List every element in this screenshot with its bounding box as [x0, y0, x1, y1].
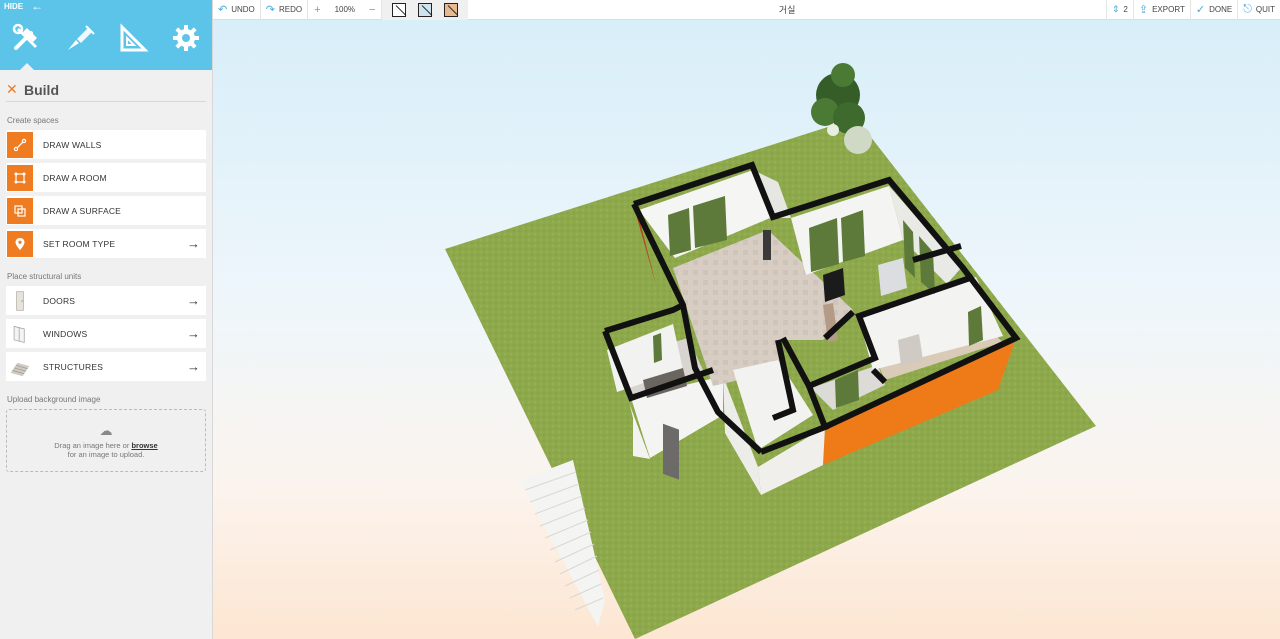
upload-label: Upload background image [7, 395, 101, 404]
redo-label: REDO [279, 5, 303, 14]
zoom-out-icon[interactable]: − [369, 4, 375, 16]
zoom-in-icon[interactable]: + [314, 4, 320, 16]
undo-button[interactable]: ↶ UNDO [213, 0, 261, 20]
doors-button[interactable]: DOORS → [6, 286, 206, 315]
structures-label: STRUCTURES [43, 361, 104, 372]
stairs-icon [7, 354, 33, 380]
floor-plan-3d-render [445, 63, 1096, 639]
room-name: 거실 [778, 5, 796, 15]
structural-label: Place structural units [7, 272, 82, 281]
export-button[interactable]: ⇪ EXPORT [1132, 0, 1190, 20]
arrow-left-icon: ← [31, 0, 44, 13]
draw-walls-label: DRAW WALLS [43, 139, 102, 150]
up-down-icon: ⇕ [1111, 4, 1120, 14]
3d-viewport[interactable] [213, 20, 1280, 639]
upload-text-2: for an image to upload. [67, 449, 145, 459]
door-icon [7, 288, 33, 314]
exit-icon: ⎋ [1243, 3, 1252, 15]
redo-icon: ↷ [265, 4, 275, 16]
floor-selector[interactable]: ⇕ 2 [1105, 0, 1133, 20]
zoom-level: 100% [334, 5, 356, 14]
build-tools-small-icon: ✕ [6, 81, 18, 97]
set-square-icon [120, 23, 149, 52]
upload-text-1: Drag an image here or [54, 440, 130, 450]
toolbar-right: ⇕ 2 ⇪ EXPORT ✓ DONE ⎋ QUIT [1105, 0, 1280, 20]
draw-walls-button[interactable]: DRAW WALLS [6, 130, 206, 159]
arrow-right-icon: → [187, 236, 200, 251]
draw-surface-icon [7, 197, 33, 224]
set-room-type-button[interactable]: SET ROOM TYPE → [6, 229, 206, 258]
view-2d-3d-icon[interactable] [418, 2, 433, 17]
check-icon: ✓ [1195, 4, 1206, 16]
draw-surface-button[interactable]: DRAW A SURFACE [6, 196, 206, 225]
draw-walls-icon [7, 131, 33, 158]
tab-measure[interactable] [106, 22, 159, 70]
build-panel-header: ✕ Build [6, 78, 206, 102]
undo-label: UNDO [231, 5, 255, 14]
tab-settings[interactable] [159, 22, 212, 70]
tab-build[interactable] [0, 22, 53, 70]
build-tools-icon [12, 23, 37, 50]
upload-hint: Drag an image here or browse [54, 441, 157, 450]
upload-dropzone[interactable]: ☁ Drag an image here or browse for an im… [6, 409, 206, 472]
quit-button[interactable]: ⎋ QUIT [1237, 0, 1280, 20]
export-icon: ⇪ [1138, 4, 1149, 16]
tab-decorate[interactable] [53, 22, 106, 70]
view-mode-group [382, 0, 469, 20]
top-toolbar: ↶ UNDO ↷ REDO + 100% − 거실 ⇕ 2 ⇪ EXPORT ✓… [213, 0, 1280, 20]
zoom-control: + 100% − [308, 0, 383, 20]
browse-link[interactable]: browse [131, 441, 157, 450]
location-pin-icon [7, 230, 33, 257]
draw-room-icon [7, 164, 33, 191]
arrow-right-icon: → [187, 293, 200, 308]
done-label: DONE [1209, 5, 1233, 14]
windows-button[interactable]: WINDOWS → [6, 319, 206, 348]
doors-label: DOORS [43, 295, 76, 306]
sidebar-header: HIDE ← [0, 0, 212, 70]
quit-label: QUIT [1255, 5, 1275, 14]
draw-surface-label: DRAW A SURFACE [43, 205, 122, 216]
structures-button[interactable]: STRUCTURES → [6, 352, 206, 381]
view-2d-icon[interactable] [392, 2, 407, 17]
hide-button[interactable]: HIDE ← [4, 0, 43, 12]
mode-tabs [0, 22, 213, 70]
arrow-right-icon: → [187, 359, 200, 374]
floor-count: 2 [1123, 5, 1128, 14]
sidebar: HIDE ← ✕ Build Create spaces DRAW WALLS … [0, 0, 213, 639]
set-room-type-label: SET ROOM TYPE [43, 238, 116, 249]
paint-brush-icon [67, 25, 95, 50]
draw-room-button[interactable]: DRAW A ROOM [6, 163, 206, 192]
cloud-upload-icon: ☁ [99, 422, 113, 438]
arrow-right-icon: → [187, 326, 200, 341]
draw-room-label: DRAW A ROOM [43, 172, 107, 183]
view-3d-icon[interactable] [444, 2, 459, 17]
create-spaces-label: Create spaces [7, 116, 59, 125]
window-icon [7, 321, 33, 347]
hide-label: HIDE [4, 1, 24, 11]
done-button[interactable]: ✓ DONE [1189, 0, 1237, 20]
undo-icon: ↶ [218, 4, 228, 16]
redo-button[interactable]: ↷ REDO [261, 0, 309, 20]
panel-title: Build [24, 81, 59, 98]
windows-label: WINDOWS [43, 328, 88, 339]
gear-icon [172, 25, 199, 51]
export-label: EXPORT [1152, 5, 1185, 14]
